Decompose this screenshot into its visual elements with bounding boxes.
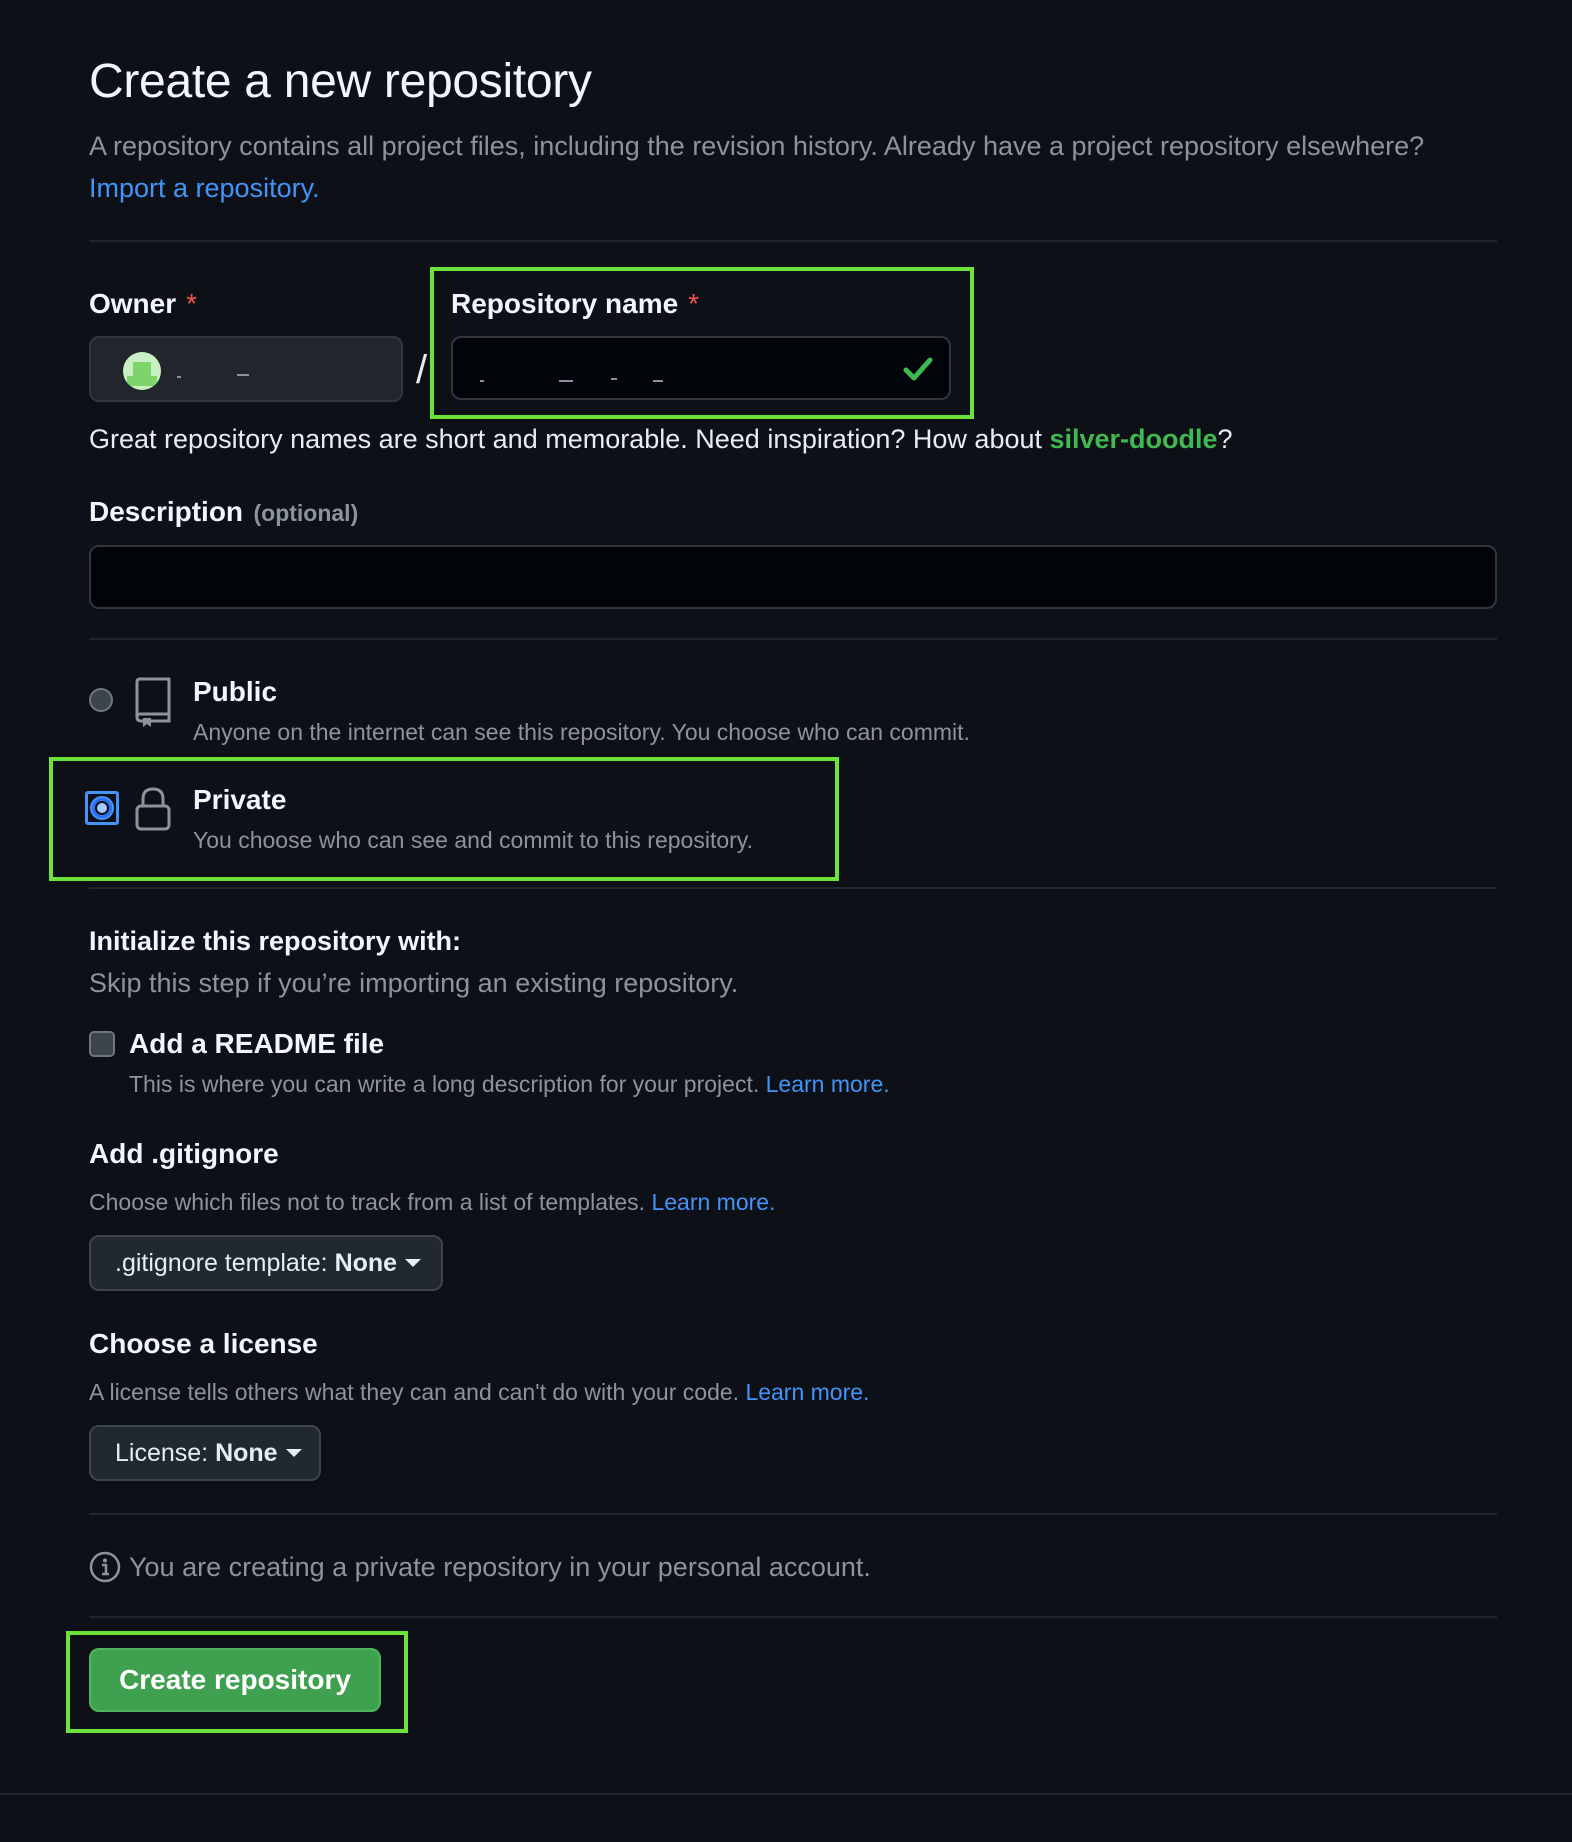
redacted-text bbox=[177, 376, 181, 378]
public-description: Anyone on the internet can see this repo… bbox=[193, 719, 970, 745]
highlight-box bbox=[430, 267, 974, 419]
public-title: Public bbox=[193, 676, 278, 707]
visibility-notice: You are creating a private repository in… bbox=[129, 1552, 871, 1582]
license-description-text: A license tells others what they can and… bbox=[89, 1379, 740, 1405]
name-hint: Great repository names are short and mem… bbox=[89, 424, 1233, 455]
readme-learn-more-link[interactable]: Learn more. bbox=[766, 1071, 890, 1097]
public-radio[interactable] bbox=[89, 688, 113, 712]
gitignore-description-text: Choose which files not to track from a l… bbox=[89, 1189, 646, 1215]
redacted-text bbox=[237, 374, 249, 376]
divider bbox=[89, 638, 1497, 640]
readme-checkbox[interactable] bbox=[89, 1031, 115, 1057]
divider bbox=[89, 1513, 1497, 1515]
description-label-text: Description bbox=[89, 496, 244, 527]
gitignore-description: Choose which files not to track from a l… bbox=[89, 1189, 775, 1216]
required-mark: * bbox=[186, 288, 198, 319]
divider bbox=[89, 887, 1497, 889]
license-dropdown-value: None bbox=[215, 1438, 278, 1467]
repo-icon bbox=[135, 677, 171, 727]
initialize-heading: Initialize this repository with: bbox=[89, 926, 462, 956]
chevron-down-icon bbox=[285, 1449, 302, 1457]
license-description: A license tells others what they can and… bbox=[89, 1379, 869, 1406]
subtitle-text: A repository contains all project files,… bbox=[89, 131, 1425, 161]
owner-label: Owner * bbox=[89, 288, 197, 320]
gitignore-learn-more-link[interactable]: Learn more. bbox=[651, 1189, 775, 1215]
gitignore-dropdown-prefix: .gitignore template: bbox=[115, 1248, 335, 1277]
name-hint-text: Great repository names are short and mem… bbox=[89, 424, 1050, 454]
optional-tag: (optional) bbox=[253, 500, 359, 526]
initialize-subheading: Skip this step if you’re importing an ex… bbox=[89, 968, 739, 998]
name-suggestion-link[interactable]: silver-doodle bbox=[1050, 424, 1218, 454]
gitignore-template-dropdown[interactable]: .gitignore template: None bbox=[89, 1235, 443, 1291]
license-heading: Choose a license bbox=[89, 1328, 318, 1359]
license-dropdown[interactable]: License: None bbox=[89, 1425, 321, 1481]
readme-description: This is where you can write a long descr… bbox=[129, 1071, 890, 1098]
owner-label-text: Owner bbox=[89, 288, 177, 319]
import-repository-link[interactable]: Import a repository. bbox=[89, 173, 320, 203]
license-dropdown-prefix: License: bbox=[115, 1438, 216, 1467]
chevron-down-icon bbox=[405, 1259, 422, 1267]
footer-divider bbox=[0, 1793, 1572, 1795]
description-label: Description (optional) bbox=[89, 496, 358, 528]
info-icon bbox=[89, 1551, 121, 1583]
license-learn-more-link[interactable]: Learn more. bbox=[745, 1379, 869, 1405]
owner-select[interactable] bbox=[89, 336, 403, 402]
divider bbox=[89, 240, 1497, 242]
description-input[interactable] bbox=[89, 545, 1497, 609]
readme-label: Add a README file bbox=[129, 1028, 385, 1059]
gitignore-heading: Add .gitignore bbox=[89, 1138, 279, 1169]
divider bbox=[89, 1616, 1497, 1618]
gitignore-dropdown-value: None bbox=[334, 1248, 398, 1277]
readme-description-text: This is where you can write a long descr… bbox=[129, 1071, 760, 1097]
owner-avatar bbox=[123, 352, 161, 390]
page-title: Create a new repository bbox=[89, 55, 592, 108]
page-subtitle: A repository contains all project files,… bbox=[89, 125, 1509, 209]
highlight-box bbox=[66, 1631, 408, 1733]
highlight-box bbox=[49, 757, 839, 881]
name-hint-suffix: ? bbox=[1217, 424, 1233, 454]
owner-name-separator: / bbox=[416, 348, 428, 392]
